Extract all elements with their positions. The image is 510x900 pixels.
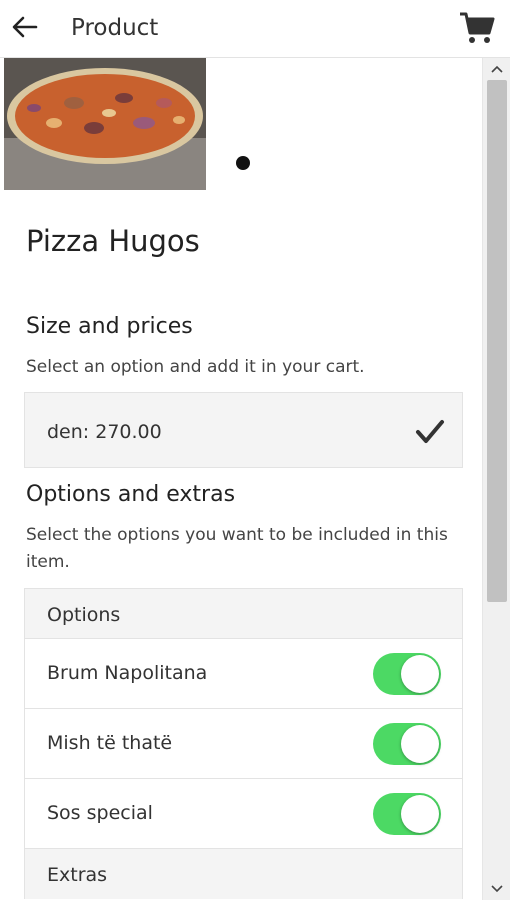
vertical-scrollbar[interactable] <box>482 58 510 900</box>
options-table: Options Brum Napolitana Mish të thatë So… <box>24 588 463 899</box>
option-label: Mish të thatë <box>47 732 173 754</box>
extras-header-label: Extras <box>47 864 108 886</box>
options-section-subtitle: Select the options you want to be includ… <box>26 525 448 572</box>
option-toggle[interactable] <box>373 653 441 695</box>
option-toggle[interactable] <box>373 793 441 835</box>
size-section-title: Size and prices <box>26 314 193 339</box>
options-section-title: Options and extras <box>26 482 236 507</box>
price-option[interactable]: den: 270.00 <box>24 392 463 468</box>
product-image <box>4 58 206 190</box>
option-row: Brum Napolitana <box>25 639 462 709</box>
page-title: Product <box>71 15 159 41</box>
option-row: Sos special <box>25 779 462 849</box>
option-label: Brum Napolitana <box>47 662 208 684</box>
pizza-image <box>4 58 206 190</box>
option-label: Sos special <box>47 802 153 824</box>
scroll-up-button[interactable] <box>483 58 510 80</box>
options-header-label: Options <box>47 604 121 626</box>
shopping-cart-icon <box>460 12 495 43</box>
back-button[interactable] <box>10 12 40 42</box>
chevron-up-icon <box>491 65 503 73</box>
size-section-subtitle: Select an option and add it in your cart… <box>26 357 365 377</box>
scrollbar-thumb[interactable] <box>487 80 507 602</box>
carousel-dot[interactable] <box>236 156 250 170</box>
option-toggle[interactable] <box>373 723 441 765</box>
app-header: Product <box>0 0 510 58</box>
cart-button[interactable] <box>458 9 496 47</box>
option-row: Mish të thatë <box>25 709 462 779</box>
toggle-knob <box>401 795 439 833</box>
toggle-knob <box>401 725 439 763</box>
options-header: Options <box>25 589 462 639</box>
arrow-left-icon <box>12 16 38 38</box>
checkmark-icon <box>416 420 444 443</box>
toggle-knob <box>401 655 439 693</box>
price-option-label: den: 270.00 <box>47 421 162 443</box>
scroll-down-button[interactable] <box>483 878 510 900</box>
extras-header: Extras <box>25 849 462 899</box>
product-content: Pizza Hugos Size and prices Select an op… <box>0 58 482 900</box>
chevron-down-icon <box>491 885 503 893</box>
product-name: Pizza Hugos <box>26 224 200 258</box>
